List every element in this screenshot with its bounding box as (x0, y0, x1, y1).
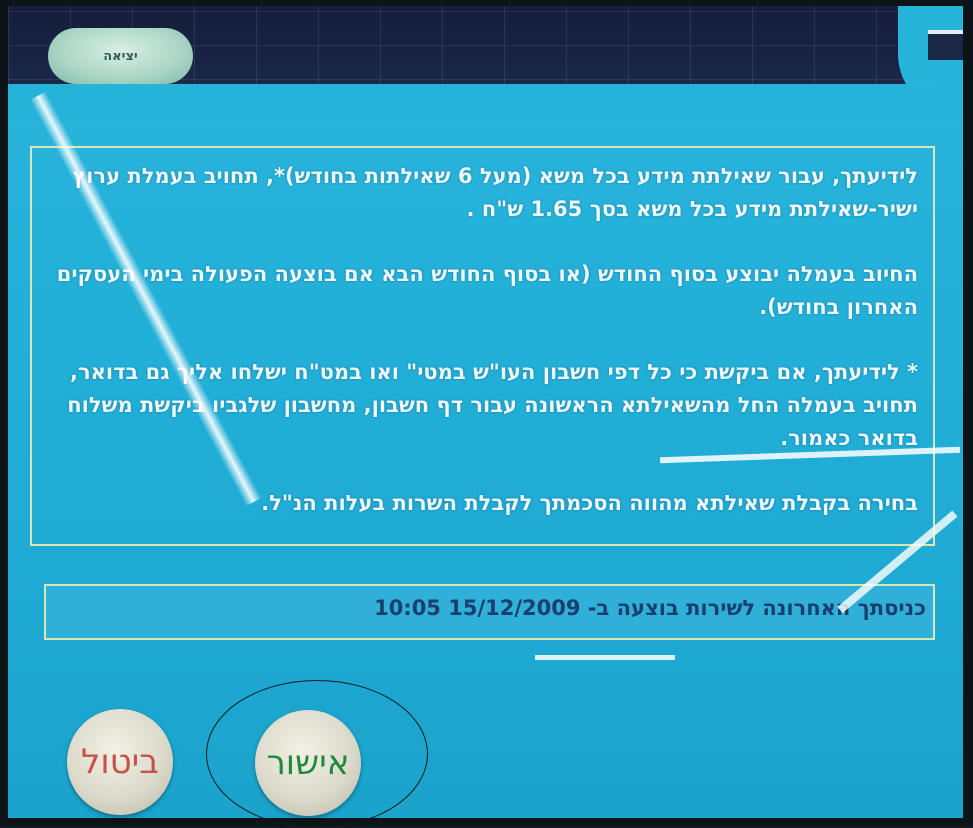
exit-button-label: יציאה (103, 48, 138, 64)
flag-icon (928, 30, 963, 60)
cancel-button-label: ביטול (81, 742, 159, 782)
last-login-text: כניסתך האחרונה לשירות בוצעה ב- 15/12/200… (374, 596, 926, 620)
kiosk-frame: יציאה לידיעתך, עבור שאילתת מידע בכל משא … (0, 0, 973, 828)
notice-paragraph: בחירה בקבלת שאילתא מהווה הסכמתך לקבלת הש… (261, 491, 918, 515)
header-curve (8, 84, 963, 124)
exit-button[interactable]: יציאה (48, 28, 193, 84)
confirm-button-label: אישור (266, 743, 350, 783)
confirm-button[interactable]: אישור (255, 710, 361, 816)
cancel-button[interactable]: ביטול (67, 709, 173, 815)
notice-paragraph: לידיעתך, עבור שאילתת מידע בכל משא (מעל 6… (72, 164, 918, 221)
notice-paragraph: החיוב בעמלה יבוצע בסוף החודש (או בסוף הח… (56, 262, 918, 319)
screen-glare (535, 655, 675, 660)
